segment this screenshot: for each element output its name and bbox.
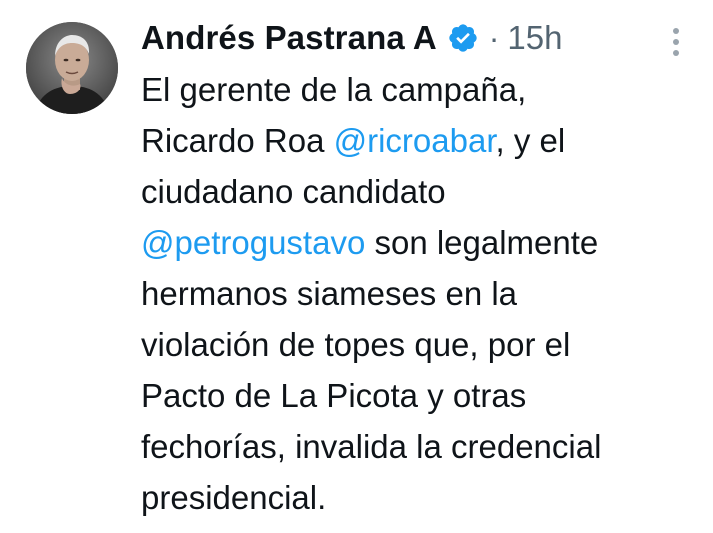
tweet-line: presidencial. (141, 472, 701, 523)
tweet-line: hermanos siameses en la (141, 268, 701, 319)
avatar-photo (26, 22, 118, 114)
verified-badge-icon (447, 22, 479, 54)
text-segment: ciudadano candidato (141, 173, 446, 210)
tweet-line: El gerente de la campaña, (141, 64, 701, 115)
text-segment: , y el (495, 122, 566, 159)
tweet-line: violación de topes que, por el (141, 319, 701, 370)
text-segment: hermanos siameses en la (141, 275, 518, 312)
author-display-name[interactable]: Andrés Pastrana A (141, 19, 437, 57)
tweet-line: @petrogustavo son legalmente (141, 217, 701, 268)
tweet-line: ciudadano candidato (141, 166, 701, 217)
text-segment: violación de topes que, por el (141, 326, 571, 363)
text-segment: presidencial. (141, 479, 327, 516)
tweet-line: Pacto de La Picota y otras (141, 370, 701, 421)
mention-link-ricroabar[interactable]: @ricroabar (334, 122, 496, 159)
text-segment: Ricardo Roa (141, 122, 334, 159)
mention-link-petrogustavo[interactable]: @petrogustavo (141, 224, 365, 261)
text-segment: Pacto de La Picota y otras (141, 377, 527, 414)
text-segment: son legalmente (365, 224, 599, 261)
tweet-line: Ricardo Roa @ricroabar, y el (141, 115, 701, 166)
text-segment: fechorías, invalida la credencial (141, 428, 602, 465)
tweet[interactable]: Andrés Pastrana A · 15h El gerente de la… (0, 0, 713, 533)
tweet-line: fechorías, invalida la credencial (141, 421, 701, 472)
tweet-text: El gerente de la campaña, Ricardo Roa @r… (141, 64, 701, 523)
text-segment: El gerente de la campaña, (141, 71, 527, 108)
tweet-header: Andrés Pastrana A · 15h (141, 12, 562, 64)
more-options-icon[interactable] (666, 26, 686, 58)
avatar[interactable] (26, 22, 118, 114)
tweet-timestamp[interactable]: 15h (507, 19, 562, 57)
time-separator: · (488, 19, 500, 56)
